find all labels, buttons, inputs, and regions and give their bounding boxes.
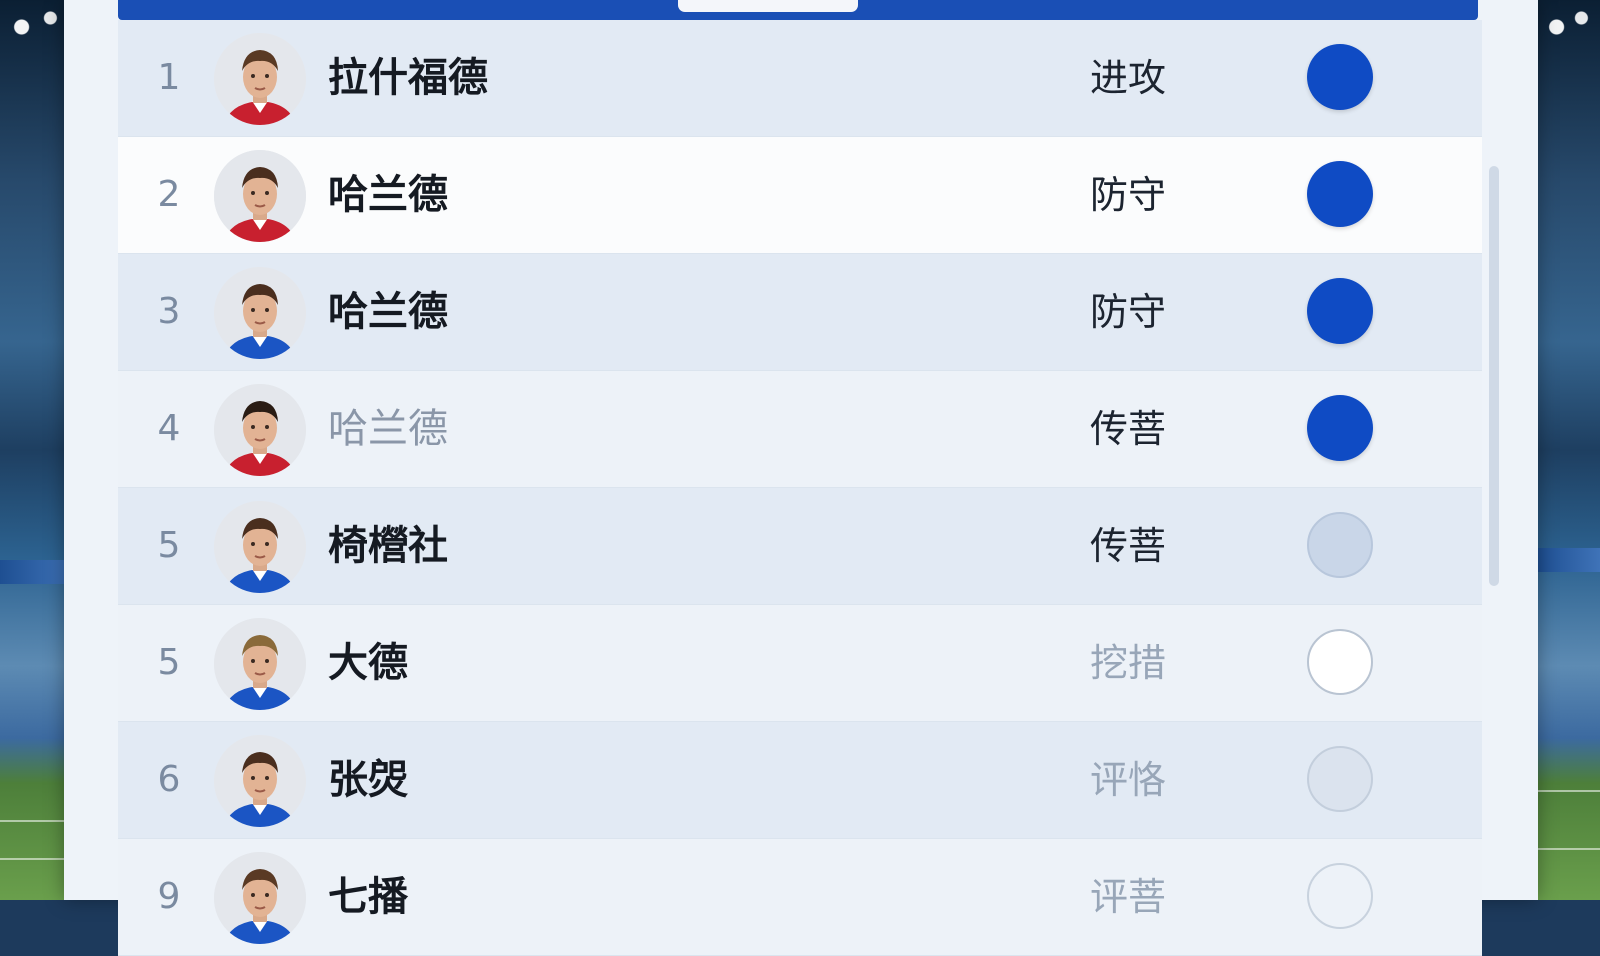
player-rank: 3 (157, 291, 181, 332)
drag-handle[interactable] (678, 0, 858, 12)
player-name: 七播 (328, 874, 408, 920)
player-avatar (214, 501, 306, 593)
player-row[interactable]: 1 拉什福德 进攻 (118, 20, 1482, 137)
stadium-background-right (1538, 0, 1600, 900)
player-row[interactable]: 4 哈兰德 传菩 (118, 371, 1482, 488)
player-name: 哈兰德 (328, 289, 448, 335)
stadium-background-left (0, 0, 72, 900)
player-avatar (214, 618, 306, 710)
player-role: 挖措 (1090, 641, 1167, 685)
player-avatar (214, 267, 306, 359)
player-avatar (214, 735, 306, 827)
select-toggle[interactable] (1307, 746, 1373, 812)
player-name: 大德 (328, 640, 408, 686)
player-rank: 4 (157, 408, 181, 449)
select-toggle[interactable] (1307, 161, 1373, 227)
player-name: 哈兰德 (328, 172, 448, 218)
player-row[interactable]: 5 椅櫿社 传菩 (118, 488, 1482, 605)
select-toggle[interactable] (1307, 44, 1373, 110)
player-row[interactable]: 9 七播 评菩 (118, 839, 1482, 956)
panel-header-bar (118, 0, 1478, 20)
select-toggle[interactable] (1307, 863, 1373, 929)
player-rank: 1 (157, 57, 181, 98)
player-role: 传菩 (1090, 407, 1167, 451)
select-toggle[interactable] (1307, 629, 1373, 695)
select-toggle[interactable] (1307, 512, 1373, 578)
scrollbar[interactable] (1489, 166, 1499, 586)
player-avatar (214, 150, 306, 242)
player-avatar (214, 852, 306, 944)
player-row[interactable]: 6 张焈 评恪 (118, 722, 1482, 839)
player-rank: 2 (157, 174, 181, 215)
player-role: 防守 (1090, 290, 1167, 334)
player-rank: 9 (157, 876, 181, 917)
player-row[interactable]: 5 大德 挖措 (118, 605, 1482, 722)
player-name: 哈兰德 (328, 406, 448, 452)
player-avatar (214, 384, 306, 476)
player-list-panel: 1 拉什福德 进攻 2 哈兰德 防守 3 哈兰德 防守 4 哈兰德 传菩 5 椅櫿社 传菩 5 大德 挖措 6 张焈评… (64, 0, 1538, 956)
player-name: 椅櫿社 (328, 523, 448, 569)
player-row[interactable]: 2 哈兰德 防守 (118, 137, 1482, 254)
player-rank: 5 (157, 525, 181, 566)
player-rank: 5 (157, 642, 181, 683)
player-rank: 6 (157, 759, 181, 800)
select-toggle[interactable] (1307, 278, 1373, 344)
player-avatar (214, 33, 306, 125)
player-name: 张焈 (328, 757, 408, 803)
player-row[interactable]: 3 哈兰德 防守 (118, 254, 1482, 371)
player-role: 评菩 (1090, 875, 1167, 919)
player-role: 进攻 (1090, 56, 1167, 100)
player-role: 防守 (1090, 173, 1167, 217)
player-name: 拉什福德 (328, 55, 488, 101)
player-role: 传菩 (1090, 524, 1167, 568)
player-list: 1 拉什福德 进攻 2 哈兰德 防守 3 哈兰德 防守 4 哈兰德 传菩 5 椅櫿社 传菩 5 大德 挖措 6 张焈评… (118, 20, 1482, 956)
select-toggle[interactable] (1307, 395, 1373, 461)
player-role: 评恪 (1090, 758, 1167, 802)
